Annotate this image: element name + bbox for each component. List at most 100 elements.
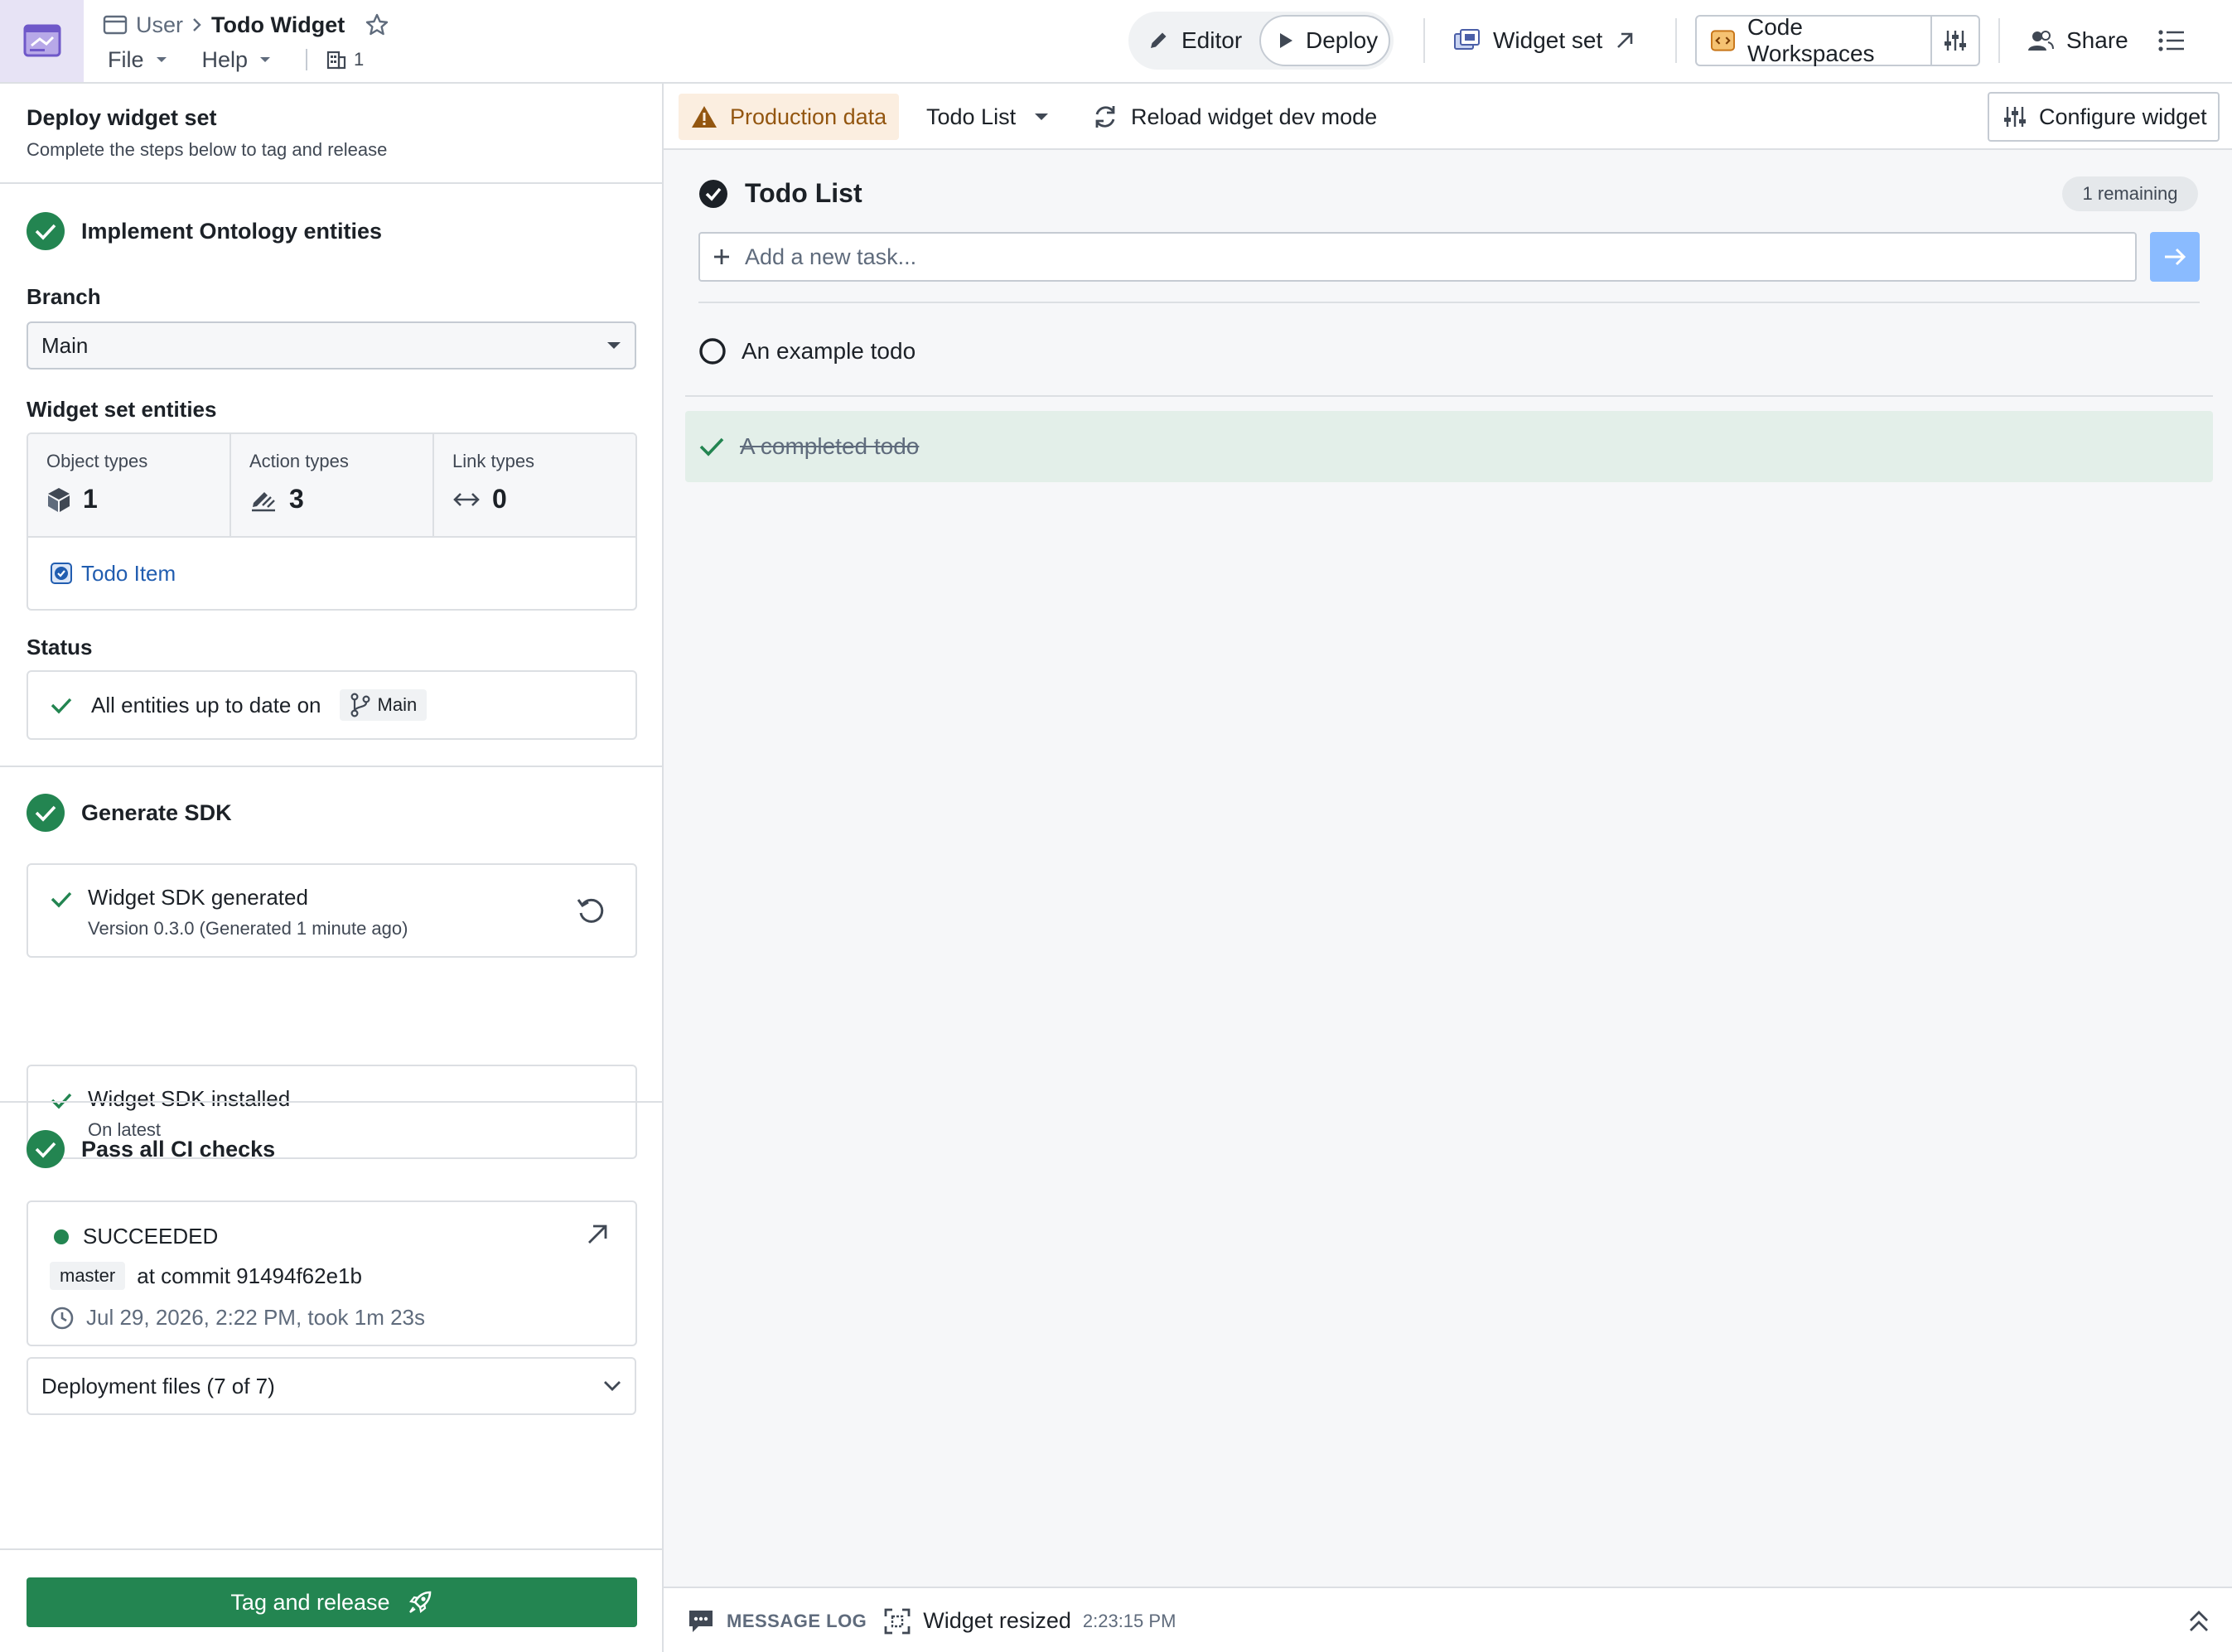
workspace-settings-button[interactable] [1932,17,1978,65]
editor-mode-button[interactable]: Editor [1147,12,1242,70]
new-task-placeholder: Add a new task... [745,244,917,269]
edit-action-icon [252,491,275,511]
arrow-top-right-icon [1617,32,1633,48]
sdk-installed-title: Widget SDK installed [88,1086,291,1111]
people-icon [2028,31,2054,51]
check-icon [51,1093,72,1109]
file-menu[interactable]: File [108,47,167,73]
widget-select-value: Todo List [926,104,1017,129]
step-implement-entities: Implement Ontology entities [27,211,382,251]
play-icon [1280,33,1292,48]
widget-set-label: Widget set [1493,27,1603,53]
reload-dev-mode-button[interactable]: Reload widget dev mode [1091,94,1377,140]
ci-timestamp: Jul 29, 2026, 2:22 PM, took 1m 23s [86,1305,426,1330]
todo-list-title: Todo List [745,178,862,208]
object-type-icon [51,563,72,584]
open-external-icon[interactable] [585,1222,610,1247]
reload-dev-mode-label: Reload widget dev mode [1131,104,1378,129]
message-log-label: MESSAGE LOG [727,1610,867,1631]
breadcrumb-parent[interactable]: User [136,12,183,38]
branch-count[interactable]: 1 [326,49,364,70]
arrow-right-icon [2165,248,2186,266]
share-button[interactable]: Share [2027,12,2128,70]
ci-build-card: SUCCEEDED master at commit 91494f62e1b J… [27,1200,637,1346]
todo-item[interactable]: An example todo [698,326,916,376]
deployment-files-label: Deployment files (7 of 7) [41,1373,275,1398]
action-types-label: Action types [249,451,349,471]
double-chevron-up-icon[interactable] [2188,1610,2210,1633]
add-task-button[interactable] [2150,232,2200,282]
folder-icon [103,15,128,35]
list-icon [2158,30,2184,51]
object-type-item[interactable]: Todo Item [28,538,635,609]
git-branch-icon [350,693,370,717]
check-circle-icon [699,179,727,208]
entities-card: Object types 1 Action types 3 Link types… [27,432,637,611]
code-workspaces-icon [1710,30,1736,51]
configure-widget-label: Configure widget [2039,104,2207,129]
message-log-time: 2:23:15 PM [1082,1610,1176,1631]
arrows-horizontal-icon [453,492,480,506]
todo-item-completed[interactable]: A completed todo [685,411,2213,482]
remaining-count-badge: 1 remaining [2062,176,2198,211]
entities-label: Widget set entities [27,397,217,422]
action-types-stat: Action types 3 [231,434,434,536]
code-workspaces-label: Code Workspaces [1746,14,1875,66]
todo-item-text: An example todo [742,338,916,364]
sliders-icon [1945,31,1966,51]
deployment-files-toggle[interactable]: Deployment files (7 of 7) [27,1357,636,1415]
refresh-icon [1095,106,1115,128]
caret-down-icon [1035,114,1049,120]
tag-and-release-label: Tag and release [230,1589,390,1615]
branch-select-value: Main [41,332,89,358]
more-menu-button[interactable] [2157,12,2186,70]
mode-toggle: Editor Deploy [1128,12,1394,70]
step-complete-icon [27,1130,65,1168]
object-types-value: 1 [83,484,98,514]
widget-select[interactable]: Todo List [926,94,1049,140]
caret-down-icon [156,57,167,62]
empty-circle-icon[interactable] [698,337,727,365]
app-logo[interactable] [0,0,84,82]
step-title: Generate SDK [81,799,232,825]
caret-down-icon [607,342,621,349]
configure-widget-button[interactable]: Configure widget [1988,92,2220,142]
status-card: All entities up to date on Main [27,670,637,740]
cube-icon [48,487,70,512]
check-icon[interactable] [698,436,725,457]
status-branch-name: Main [377,694,418,715]
production-data-label: Production data [730,104,887,129]
widget-set-link[interactable]: Widget set [1453,12,1635,70]
editor-mode-label: Editor [1181,27,1243,53]
widget-app-icon [23,24,60,56]
star-icon[interactable] [365,12,389,37]
link-types-stat: Link types 0 [434,434,635,536]
todo-list-header: Todo List [698,178,862,209]
warning-icon [692,106,717,128]
deploy-mode-button[interactable]: Deploy [1259,15,1390,66]
toolbar-divider [1423,18,1425,63]
tag-and-release-button[interactable]: Tag and release [27,1577,637,1627]
regenerate-icon[interactable] [575,895,606,926]
code-workspaces-button[interactable]: Code Workspaces [1697,14,1932,66]
widget-set-icon [1454,29,1480,50]
resize-icon [884,1608,911,1634]
status-label: Status [27,635,93,659]
check-icon [51,698,72,714]
branch-select[interactable]: Main [27,321,636,370]
message-log-bar[interactable]: MESSAGE LOG Widget resized 2:23:15 PM [664,1587,2232,1652]
status-text: All entities up to date on [91,692,321,717]
production-data-badge[interactable]: Production data [679,94,899,140]
deploy-panel-header: Deploy widget set Complete the steps bel… [0,84,662,184]
pencil-icon [1151,32,1167,48]
check-icon [51,891,72,908]
page-title: Todo Widget [211,12,345,37]
chevron-right-icon [193,18,201,31]
top-bar: User Todo Widget File Help 1 Editor Depl… [0,0,2232,84]
action-types-value: 3 [289,484,304,514]
menu-divider [306,49,308,70]
deploy-panel-subtitle: Complete the steps below to tag and rele… [27,139,388,160]
help-menu[interactable]: Help [202,47,272,73]
new-task-input[interactable]: Add a new task... [698,232,2137,282]
sdk-generated-title: Widget SDK generated [88,885,308,910]
